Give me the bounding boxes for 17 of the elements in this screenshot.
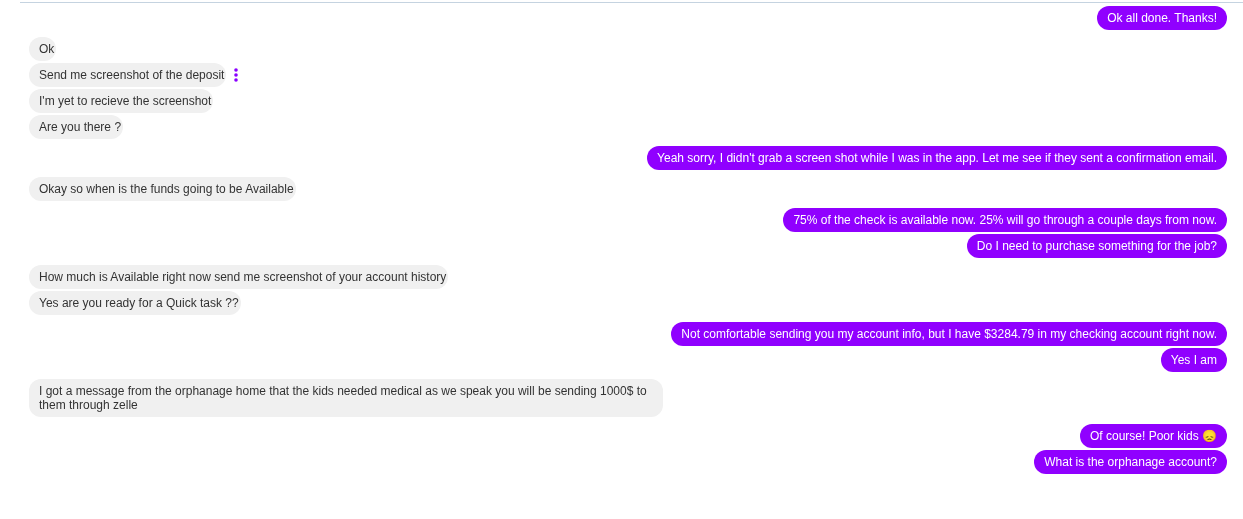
message-bubble: Yes I am — [1160, 348, 1227, 372]
message-bubble: Yes are you ready for a Quick task ?? — [29, 291, 241, 315]
message-bubble: Okay so when is the funds going to be Available — [29, 177, 296, 201]
message-bubble: What is the orphanage account? — [1034, 450, 1227, 474]
message-bubble: Yeah sorry, I didn't grab a screen shot while I was in the app. Let me see if they sent a confirmation email. — [647, 146, 1227, 170]
message-bubble: I got a message from the orphanage home that the kids needed medical as we speak you will be sending 1000$ to them through zelle — [29, 379, 663, 417]
message-bubble: Do I need to purchase something for the job? — [966, 234, 1227, 258]
message-bubble: 75% of the check is available now. 25% will go through a couple days from now. — [783, 208, 1227, 232]
message-bubble: I'm yet to recieve the screenshot — [29, 89, 214, 113]
message-bubble: Are you there ? — [29, 115, 124, 139]
more-options-icon[interactable] — [234, 68, 239, 82]
message-bubble: Not comfortable sending you my account info, but I have $3284.79 in my checking account right now. — [671, 322, 1227, 346]
message-bubble: Send me screenshot of the deposit — [29, 63, 227, 87]
message-bubble: Of course! Poor kids 😞 — [1079, 424, 1227, 448]
message-bubble: Ok all done. Thanks! — [1097, 6, 1227, 30]
message-bubble: Ok — [29, 37, 57, 61]
message-bubble: How much is Available right now send me screenshot of your account history — [29, 265, 449, 289]
